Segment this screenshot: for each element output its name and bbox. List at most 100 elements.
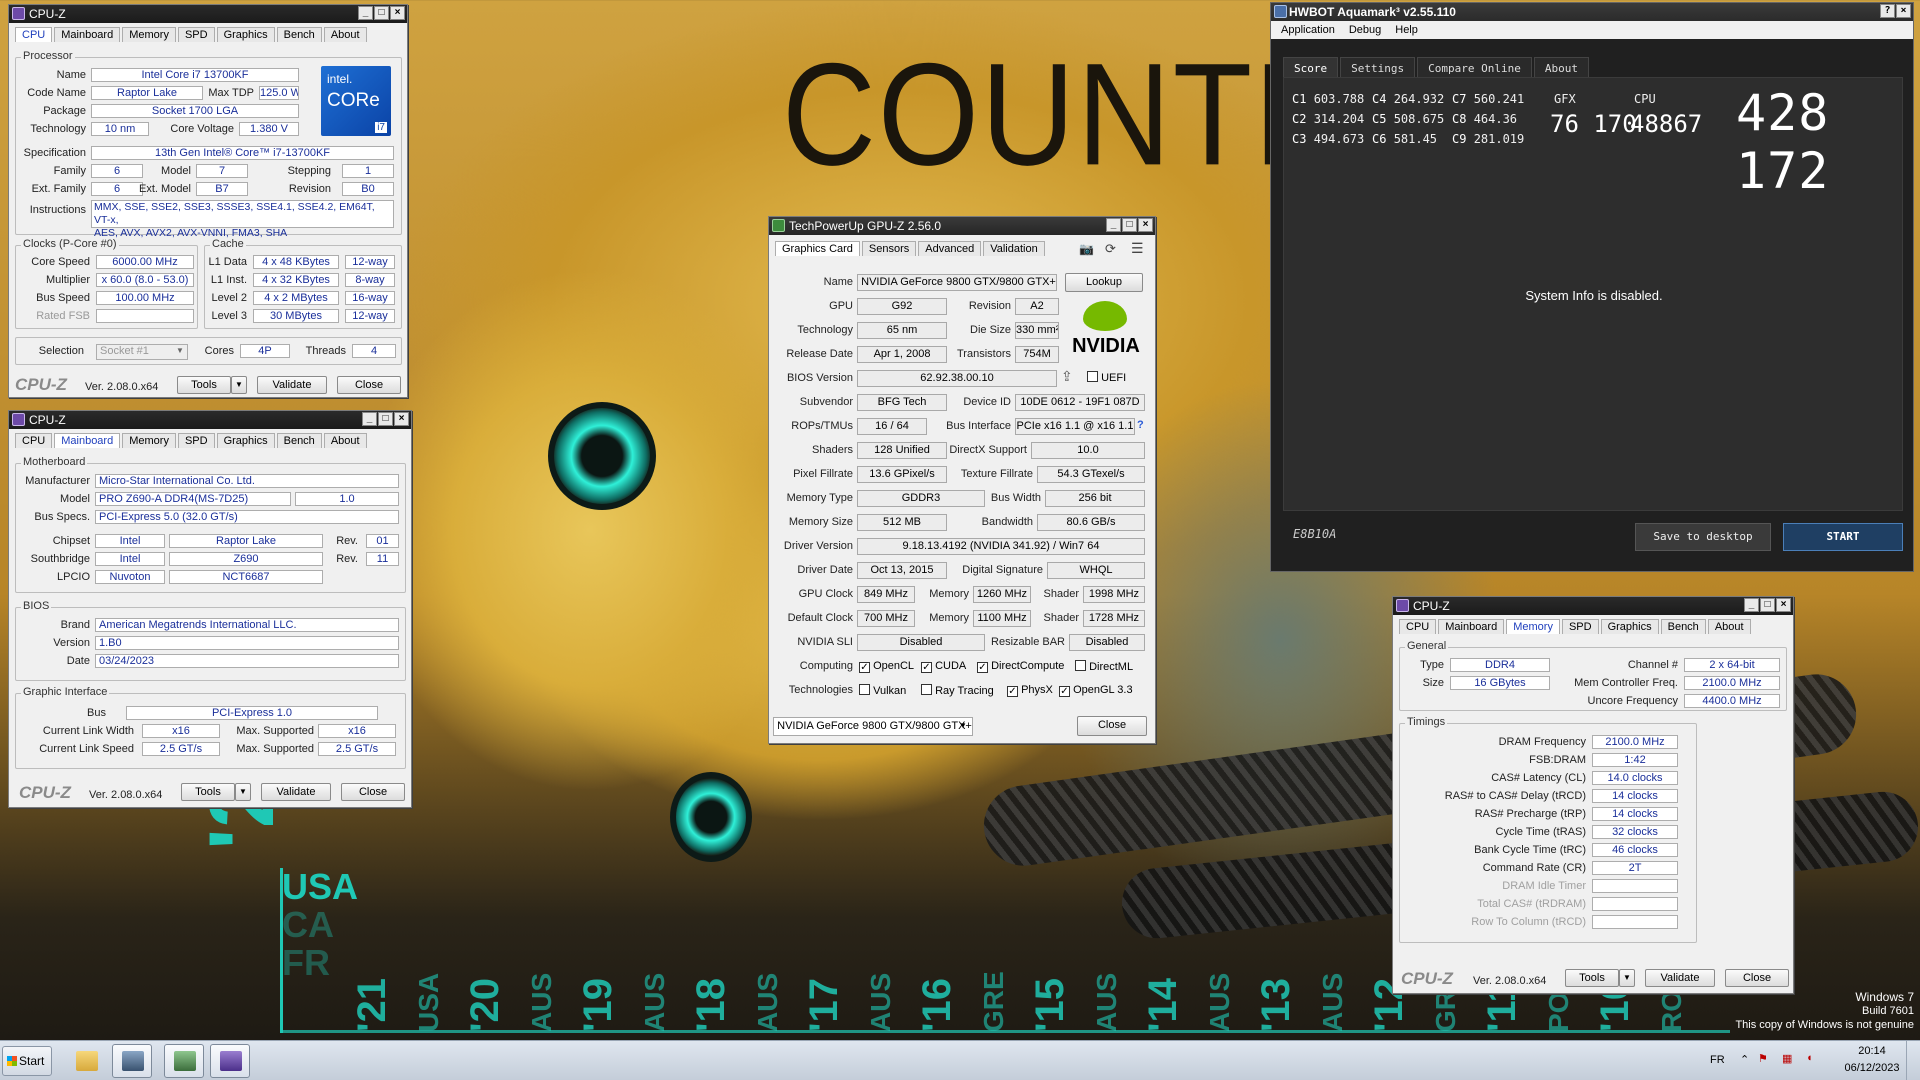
title-bar[interactable]: HWBOT Aquamark³ v2.55.110 ? × [1271, 3, 1913, 21]
tab-spd[interactable]: SPD [1561, 619, 1599, 634]
menu-icon[interactable]: ☰ [1131, 240, 1144, 257]
start-button[interactable]: START [1783, 523, 1903, 551]
vulkan-check[interactable] [859, 684, 870, 695]
close-button[interactable]: Close [1725, 969, 1789, 987]
tab-spd[interactable]: SPD [177, 433, 215, 448]
minimize-button[interactable]: _ [1744, 598, 1759, 612]
tab-mainboard[interactable]: Mainboard [54, 433, 121, 448]
lookup-button[interactable]: Lookup [1065, 273, 1143, 292]
tab-mainboard[interactable]: Mainboard [1438, 619, 1505, 634]
close-button[interactable]: × [394, 412, 409, 426]
tab-about[interactable]: About [323, 433, 367, 448]
minimize-button[interactable]: _ [1106, 218, 1121, 232]
menu-application[interactable]: Application [1281, 21, 1335, 39]
taskbar-cpuz[interactable] [210, 1044, 250, 1078]
physx-checkbox[interactable]: ✓ PhysX [1007, 684, 1053, 697]
help-button[interactable]: ? [1880, 4, 1895, 18]
tab-bench[interactable]: Bench [276, 433, 322, 448]
close-button[interactable]: Close [1077, 716, 1147, 736]
show-hidden-icons[interactable]: ⌃ [1740, 1053, 1749, 1066]
opencl-checkbox[interactable]: ✓ OpenCL [859, 660, 914, 673]
validate-button[interactable]: Validate [261, 783, 331, 801]
maximize-button[interactable]: □ [378, 412, 393, 426]
close-button[interactable]: × [1776, 598, 1791, 612]
tools-button[interactable]: Tools [177, 376, 231, 394]
close-button[interactable]: Close [337, 376, 401, 394]
clock-time[interactable]: 20:14 [1852, 1045, 1892, 1057]
opengl-checkbox[interactable]: ✓ OpenGL 3.3 [1059, 684, 1133, 697]
minimize-button[interactable]: _ [362, 412, 377, 426]
vulkan-checkbox[interactable]: Vulkan [859, 684, 906, 697]
tab-cpu[interactable]: CPU [15, 433, 53, 448]
tab-graphics-card[interactable]: Graphics Card [775, 241, 860, 256]
tools-dropdown-button[interactable]: ▼ [235, 783, 251, 801]
language-indicator[interactable]: FR [1710, 1054, 1725, 1066]
title-bar[interactable]: CPU-Z _ □ × [9, 5, 407, 23]
tab-memory[interactable]: Memory [122, 433, 176, 448]
title-bar[interactable]: CPU-Z _ □ × [1393, 597, 1793, 615]
clock-date[interactable]: 06/12/2023 [1842, 1062, 1902, 1074]
tab-memory[interactable]: Memory [1506, 619, 1560, 634]
close-button[interactable]: × [1896, 4, 1911, 18]
opencl-check[interactable]: ✓ [859, 662, 870, 673]
card-select-dropdown[interactable]: NVIDIA GeForce 9800 GTX/9800 GTX+ [773, 717, 973, 736]
share-icon[interactable]: ⇪ [1061, 368, 1073, 385]
taskbar-explorer[interactable] [66, 1044, 106, 1078]
tab-cpu[interactable]: CPU [15, 27, 53, 42]
tab-validation[interactable]: Validation [983, 241, 1045, 256]
camera-icon[interactable]: 📷 [1079, 242, 1094, 256]
tab-about[interactable]: About [1707, 619, 1751, 634]
tools-dropdown-button[interactable]: ▼ [1619, 969, 1635, 987]
tab-spd[interactable]: SPD [177, 27, 215, 42]
selection-dropdown[interactable]: Socket #1 [96, 344, 188, 360]
refresh-icon[interactable]: ⟳ [1105, 241, 1116, 257]
tools-button[interactable]: Tools [1565, 969, 1619, 987]
close-button[interactable]: × [390, 6, 405, 20]
tab-advanced[interactable]: Advanced [918, 241, 982, 256]
menu-help[interactable]: Help [1395, 21, 1418, 39]
raytracing-check[interactable] [921, 684, 932, 695]
minimize-button[interactable]: _ [358, 6, 373, 20]
tools-dropdown-button[interactable]: ▼ [231, 376, 247, 394]
tools-button[interactable]: Tools [181, 783, 235, 801]
directml-checkbox[interactable]: DirectML [1075, 660, 1133, 673]
tab-sensors[interactable]: Sensors [861, 241, 917, 256]
menu-debug[interactable]: Debug [1349, 21, 1381, 39]
cuda-checkbox[interactable]: ✓ CUDA [921, 660, 966, 673]
tab-memory[interactable]: Memory [122, 27, 176, 42]
action-center-icon[interactable]: ⚑ [1758, 1052, 1768, 1065]
save-to-desktop-button[interactable]: Save to desktop [1635, 523, 1771, 551]
title-bar[interactable]: TechPowerUp GPU-Z 2.56.0 _ □ × [769, 217, 1155, 235]
tab-about[interactable]: About [323, 27, 367, 42]
cuda-check[interactable]: ✓ [921, 662, 932, 673]
physx-check[interactable]: ✓ [1007, 686, 1018, 697]
validate-button[interactable]: Validate [257, 376, 327, 394]
maximize-button[interactable]: □ [1760, 598, 1775, 612]
taskbar-gpuz[interactable] [112, 1044, 152, 1078]
directcompute-check[interactable]: ✓ [977, 662, 988, 673]
help-icon[interactable]: ? [1137, 419, 1144, 431]
directcompute-checkbox[interactable]: ✓ DirectCompute [977, 660, 1064, 673]
uefi-checkbox[interactable]: UEFI [1087, 371, 1126, 384]
opengl-check[interactable]: ✓ [1059, 686, 1070, 697]
tab-cpu[interactable]: CPU [1399, 619, 1437, 634]
tab-graphics[interactable]: Graphics [1600, 619, 1659, 634]
directml-check[interactable] [1075, 660, 1086, 671]
tab-mainboard[interactable]: Mainboard [54, 27, 121, 42]
uefi-check[interactable] [1087, 371, 1098, 382]
close-button[interactable]: × [1138, 218, 1153, 232]
show-desktop-button[interactable] [1906, 1041, 1920, 1080]
tab-bench[interactable]: Bench [1660, 619, 1706, 634]
tab-bench[interactable]: Bench [276, 27, 322, 42]
chevron-down-icon[interactable]: ▼ [176, 346, 184, 355]
start-button[interactable]: Start [2, 1046, 52, 1076]
maximize-button[interactable]: □ [374, 6, 389, 20]
title-bar[interactable]: CPU-Z _ □ × [9, 411, 411, 429]
raytracing-checkbox[interactable]: Ray Tracing [921, 684, 994, 697]
validate-button[interactable]: Validate [1645, 969, 1715, 987]
taskbar-aquamark[interactable] [164, 1044, 204, 1078]
network-icon[interactable]: ▦ [1782, 1052, 1792, 1065]
volume-icon[interactable]: ◖ [1806, 1052, 1813, 1064]
chevron-down-icon[interactable]: ▼ [959, 721, 967, 730]
close-button[interactable]: Close [341, 783, 405, 801]
